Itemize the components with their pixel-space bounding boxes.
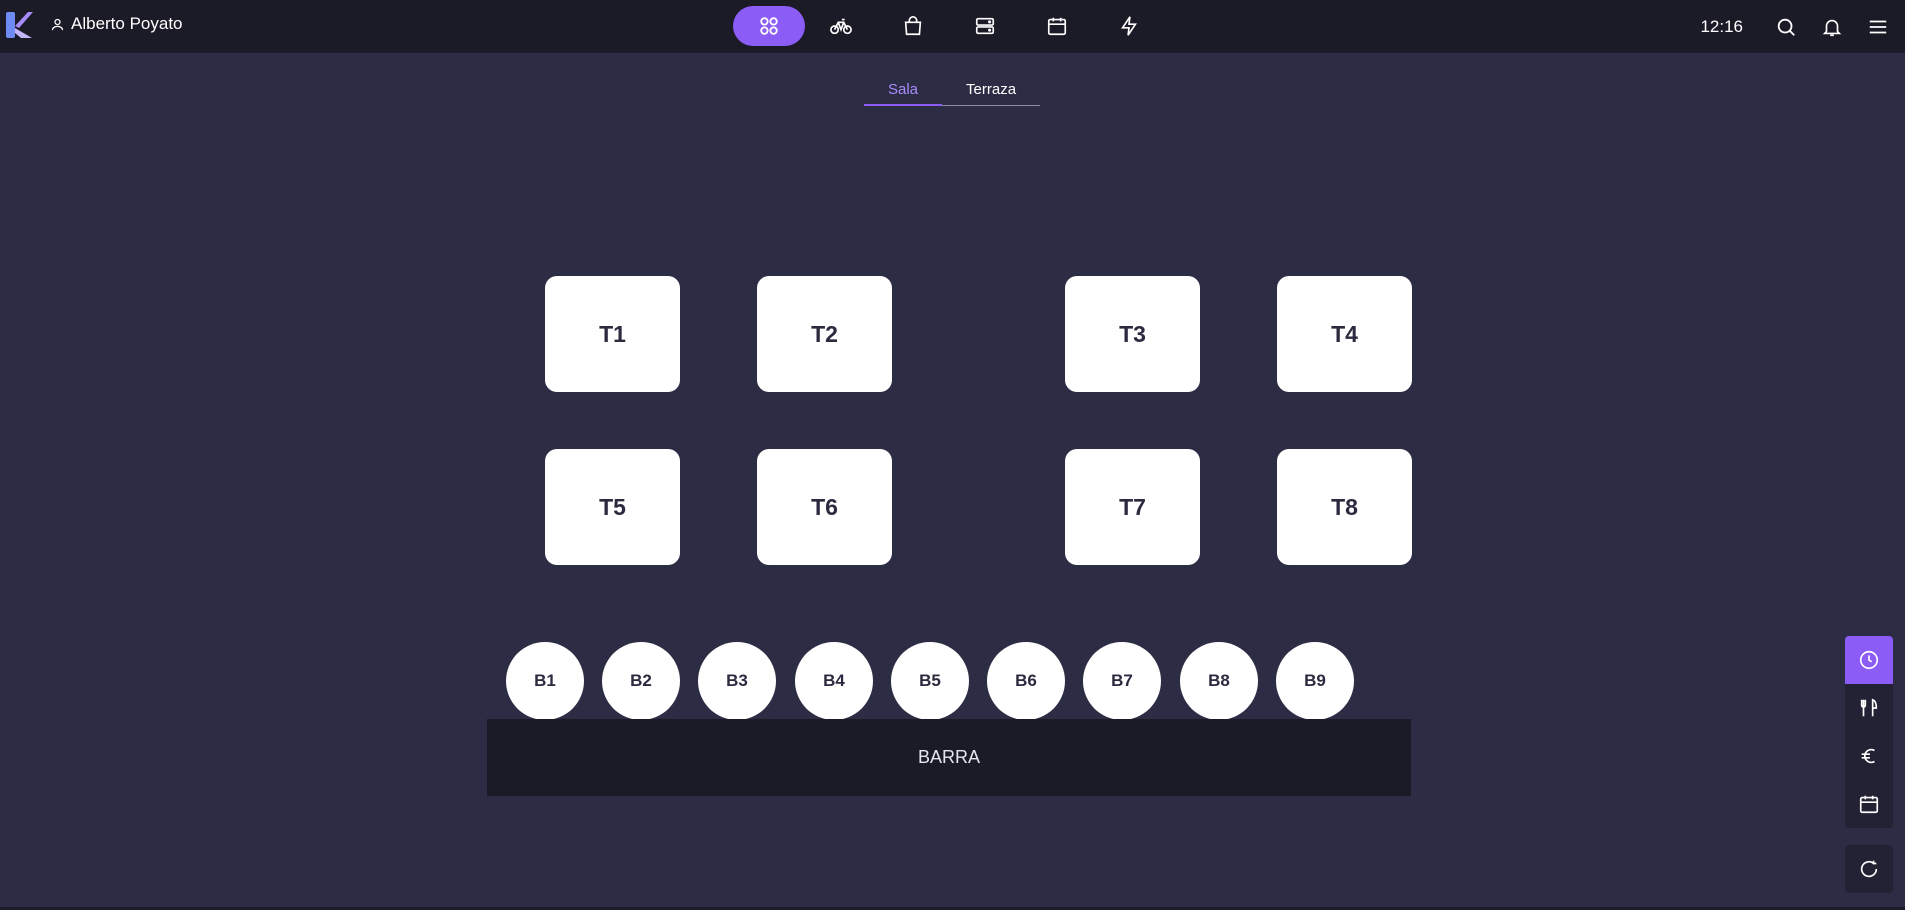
user-menu[interactable]: Alberto Poyato xyxy=(50,14,183,34)
shopping-bag-icon xyxy=(904,16,922,36)
table-t7[interactable]: T7 xyxy=(1065,449,1200,565)
table-t4[interactable]: T4 xyxy=(1277,276,1412,392)
stool-b2[interactable]: B2 xyxy=(602,642,680,720)
search-icon xyxy=(1777,18,1795,36)
bicycle-icon xyxy=(830,18,852,35)
server-icon xyxy=(975,17,995,35)
top-bar: Alberto Poyato 12:16 xyxy=(0,0,1905,53)
table-t3[interactable]: T3 xyxy=(1065,276,1200,392)
bell-icon xyxy=(1822,19,1842,36)
clock-icon xyxy=(1859,650,1879,670)
tab-terraza[interactable]: Terraza xyxy=(942,74,1041,106)
payments-button[interactable] xyxy=(1845,732,1893,780)
refresh-icon xyxy=(1860,860,1878,878)
app-logo[interactable] xyxy=(4,10,34,40)
reservations-button[interactable] xyxy=(1845,780,1893,828)
user-icon xyxy=(51,18,64,30)
notifications-button[interactable] xyxy=(1809,4,1855,50)
table-t1[interactable]: T1 xyxy=(545,276,680,392)
nav-takeaway-button[interactable] xyxy=(877,6,949,46)
euro-icon xyxy=(1861,748,1875,764)
hamburger-icon xyxy=(1869,20,1887,33)
history-button[interactable] xyxy=(1845,636,1893,684)
kitchen-button[interactable] xyxy=(1845,684,1893,732)
menu-button[interactable] xyxy=(1855,4,1901,50)
table-t2[interactable]: T2 xyxy=(757,276,892,392)
stool-b9[interactable]: B9 xyxy=(1276,642,1354,720)
stool-b6[interactable]: B6 xyxy=(987,642,1065,720)
header-right: 12:16 xyxy=(1700,0,1905,53)
utensils-icon xyxy=(1860,698,1878,717)
table-t5[interactable]: T5 xyxy=(545,449,680,565)
nav-quick-button[interactable] xyxy=(1093,6,1165,46)
user-name: Alberto Poyato xyxy=(71,14,183,33)
side-panel xyxy=(1845,636,1893,828)
stool-b7[interactable]: B7 xyxy=(1083,642,1161,720)
stool-b3[interactable]: B3 xyxy=(698,642,776,720)
stool-b5[interactable]: B5 xyxy=(891,642,969,720)
calendar-icon xyxy=(1047,17,1067,36)
bar-label: BARRA xyxy=(917,747,980,767)
nav-delivery-button[interactable] xyxy=(805,6,877,46)
table-t6[interactable]: T6 xyxy=(757,449,892,565)
calendar-icon xyxy=(1859,795,1879,814)
table-t8[interactable]: T8 xyxy=(1277,449,1412,565)
main-nav xyxy=(733,6,1165,46)
nav-tables-button[interactable] xyxy=(733,6,805,46)
nav-orders-button[interactable] xyxy=(949,6,1021,46)
stool-b8[interactable]: B8 xyxy=(1180,642,1258,720)
tab-sala[interactable]: Sala xyxy=(864,74,943,106)
grid-icon xyxy=(760,17,778,35)
clock: 12:16 xyxy=(1700,16,1743,36)
stool-b4[interactable]: B4 xyxy=(795,642,873,720)
search-button[interactable] xyxy=(1763,4,1809,50)
bar-counter: BARRA xyxy=(487,719,1411,796)
stool-b1[interactable]: B1 xyxy=(506,642,584,720)
lightning-icon xyxy=(1121,16,1137,36)
room-tabs: Sala Terraza xyxy=(864,74,1041,106)
nav-calendar-button[interactable] xyxy=(1021,6,1093,46)
refresh-button[interactable] xyxy=(1845,845,1893,893)
